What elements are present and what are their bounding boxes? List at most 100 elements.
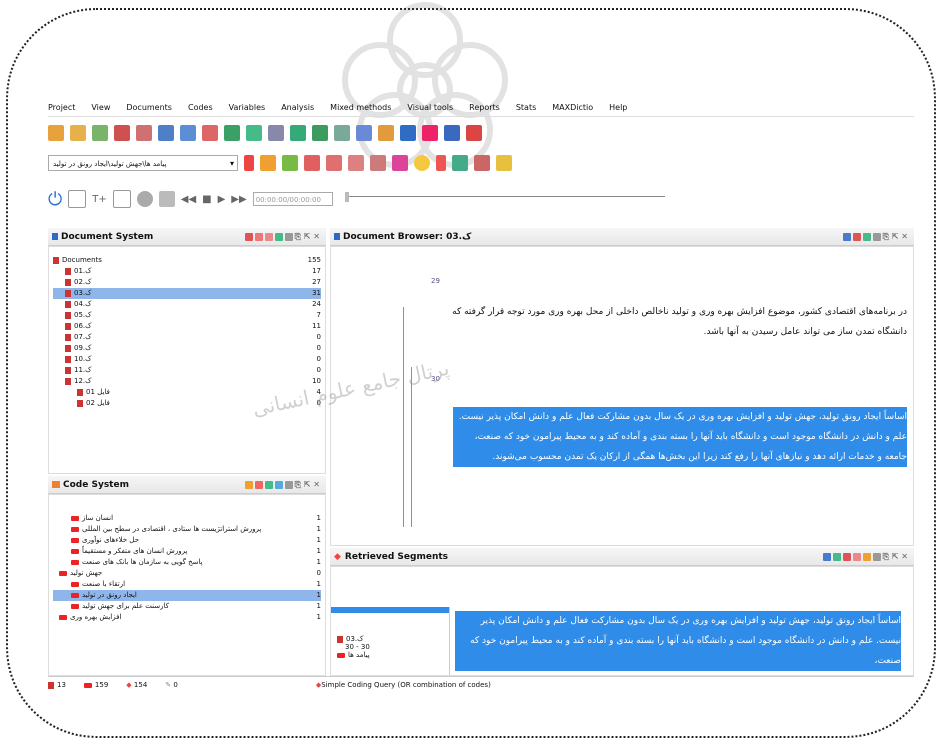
grid-icon[interactable] — [158, 125, 174, 141]
timecode-field[interactable]: 00:00:00/00:00:00 — [252, 192, 333, 206]
document-item[interactable]: 05.ک 7 — [53, 310, 321, 321]
matrix2-icon[interactable] — [312, 125, 328, 141]
stop-icon[interactable]: ■ — [202, 194, 211, 205]
open-project-icon[interactable] — [70, 125, 86, 141]
rs-tool-icon[interactable] — [862, 552, 871, 561]
document-item[interactable]: 07.ک 0 — [53, 332, 321, 343]
import-icon[interactable] — [92, 125, 108, 141]
table-icon[interactable] — [224, 125, 240, 141]
menu-item[interactable]: View — [91, 103, 110, 112]
code-in-vivo-icon[interactable] — [282, 155, 298, 171]
document-item[interactable]: 10.ک 0 — [53, 354, 321, 365]
chart-icon[interactable] — [378, 125, 394, 141]
code-marker-icon[interactable] — [244, 155, 254, 171]
transcript-icon[interactable] — [68, 190, 87, 208]
relation-icon[interactable] — [334, 125, 350, 141]
ds-tool-icon[interactable] — [274, 232, 283, 241]
compare-icon[interactable] — [356, 125, 372, 141]
settings-icon[interactable] — [136, 191, 153, 207]
menu-item[interactable]: Reports — [469, 103, 500, 112]
timestamp-icon[interactable]: T+ — [92, 194, 107, 205]
segment-source-selected[interactable] — [331, 607, 449, 613]
db-tool-icon[interactable] — [852, 232, 861, 241]
list-icon[interactable] — [268, 125, 284, 141]
code-item[interactable]: پرورش استراتژیست ها ستادی ، اقتصادی در س… — [53, 524, 321, 535]
rs-tool-icon[interactable] — [822, 552, 831, 561]
highlight-pink-icon[interactable] — [326, 155, 342, 171]
symbol-icon[interactable] — [436, 155, 446, 171]
search-icon[interactable] — [284, 480, 293, 489]
cs-tool-icon[interactable] — [264, 480, 273, 489]
pages-icon[interactable] — [112, 190, 131, 208]
power-icon[interactable]: ⏻ — [48, 189, 62, 210]
window-controls-icon[interactable]: ⎘ ⇱ ✕ — [883, 232, 908, 242]
rewind-icon[interactable]: ◀◀ — [181, 194, 196, 205]
audio-icon[interactable] — [158, 191, 175, 207]
code-item[interactable]: انسان ساز 1 — [53, 513, 321, 524]
undo-code-icon[interactable] — [452, 155, 468, 171]
menu-item[interactable]: MAXDictio — [552, 103, 593, 112]
pdf-icon[interactable] — [114, 125, 130, 141]
code-add-icon[interactable] — [260, 155, 276, 171]
db-tool-icon[interactable] — [842, 232, 851, 241]
highlight-red-icon[interactable] — [304, 155, 320, 171]
active-code-combo[interactable]: پیامد ها\جهش تولید\ایجاد رونق در تولید — [48, 155, 238, 172]
rs-tool-icon[interactable] — [832, 552, 841, 561]
code-item[interactable]: جهش تولید 0 — [53, 568, 321, 579]
memo-icon[interactable] — [246, 125, 262, 141]
code-item[interactable]: حل خلاءهای نوآوری 1 — [53, 535, 321, 546]
segment-source-doc[interactable]: 03.ک — [331, 635, 449, 643]
search-icon[interactable] — [284, 232, 293, 241]
codes-icon[interactable] — [136, 125, 152, 141]
retrieval-icon[interactable] — [202, 125, 218, 141]
menu-item[interactable]: Variables — [229, 103, 266, 112]
search-icon[interactable] — [872, 552, 881, 561]
code-item[interactable]: کارسنت علم برای جهش تولید 1 — [53, 601, 321, 612]
documents-root[interactable]: Documents 155 — [53, 255, 321, 266]
cs-tool-icon[interactable] — [244, 480, 253, 489]
document-item[interactable]: 11.ک 0 — [53, 365, 321, 376]
menu-item[interactable]: Help — [609, 103, 627, 112]
rs-tool-icon[interactable] — [842, 552, 851, 561]
media-slider[interactable] — [344, 191, 665, 203]
search-icon[interactable] — [872, 232, 881, 241]
code-item[interactable]: ارتقاء با صنعت 1 — [53, 579, 321, 590]
window-controls-icon[interactable]: ⎘ ⇱ ✕ — [883, 552, 908, 562]
cs-tool-icon[interactable] — [254, 480, 263, 489]
highlight-blue-icon[interactable] — [370, 155, 386, 171]
ds-tool-icon[interactable] — [254, 232, 263, 241]
ds-tool-icon[interactable] — [244, 232, 253, 241]
menu-item[interactable]: Mixed methods — [330, 103, 391, 112]
stats-icon[interactable] — [466, 125, 482, 141]
window-controls-icon[interactable]: ⎘ ⇱ ✕ — [295, 232, 320, 242]
cs-tool-icon[interactable] — [274, 480, 283, 489]
ds-tool-icon[interactable] — [264, 232, 273, 241]
report-icon[interactable] — [444, 125, 460, 141]
document-item[interactable]: 12.ک 10 — [53, 376, 321, 387]
doc-portrait-icon[interactable] — [400, 125, 416, 141]
document-item[interactable]: 01.ک 17 — [53, 266, 321, 277]
retrieved-segment-text[interactable]: اساساً ایجاد رونق تولید، جهش تولید و افز… — [455, 611, 901, 671]
menu-item[interactable]: Stats — [516, 103, 536, 112]
code-item[interactable]: ایجاد رونق در تولید 1 — [53, 590, 321, 601]
menu-item[interactable]: Visual tools — [407, 103, 453, 112]
menu-item[interactable]: Codes — [188, 103, 213, 112]
menu-item[interactable]: Project — [48, 103, 75, 112]
document-item[interactable]: 02.ک 27 — [53, 277, 321, 288]
highlight-green-icon[interactable] — [348, 155, 364, 171]
play-icon[interactable]: ▶ — [218, 194, 226, 205]
forward-icon[interactable]: ▶▶ — [231, 194, 246, 205]
menu-item[interactable]: Analysis — [281, 103, 314, 112]
code-plus-icon[interactable] — [496, 155, 512, 171]
document-item[interactable]: 04.ک 24 — [53, 299, 321, 310]
new-project-icon[interactable] — [48, 125, 64, 141]
rs-tool-icon[interactable] — [852, 552, 861, 561]
search-icon[interactable] — [180, 125, 196, 141]
db-tool-icon[interactable] — [862, 232, 871, 241]
emoticon-icon[interactable] — [414, 155, 430, 171]
document-item[interactable]: 03.ک 31 — [53, 288, 321, 299]
matrix-icon[interactable] — [290, 125, 306, 141]
document-item[interactable]: 06.ک 11 — [53, 321, 321, 332]
document-item[interactable]: 09.ک 0 — [53, 343, 321, 354]
code-item[interactable]: پرورش انسان های متفکر و مستقیماً 1 — [53, 546, 321, 557]
